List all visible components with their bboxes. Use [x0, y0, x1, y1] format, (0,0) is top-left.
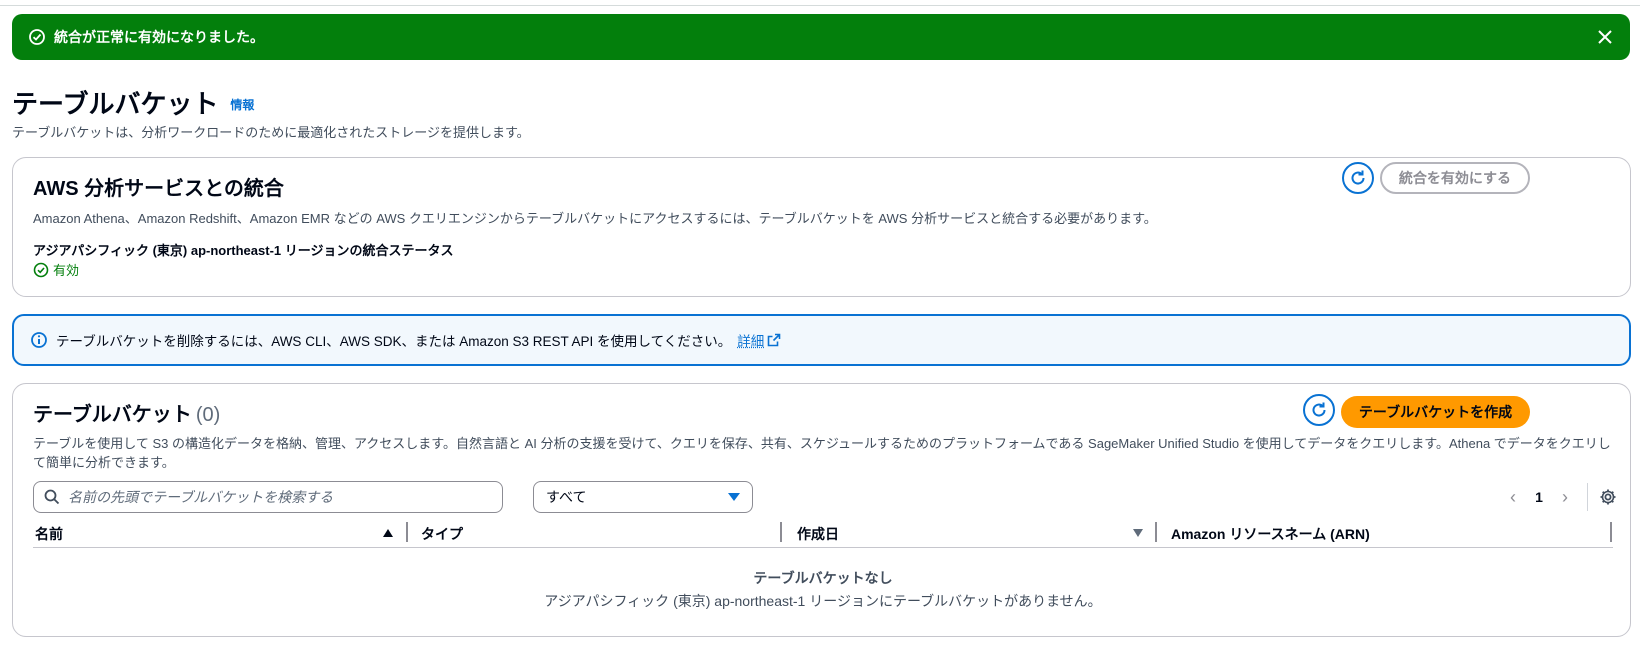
integration-panel: AWS 分析サービスとの統合 Amazon Athena、Amazon Reds…	[12, 157, 1631, 297]
alert-text: テーブルバケットを削除するには、AWS CLI、AWS SDK、または Amaz…	[56, 334, 732, 349]
column-divider[interactable]	[780, 522, 782, 542]
details-link[interactable]: 詳細	[737, 330, 781, 350]
success-flash-banner: 統合が正常に有効になりました。	[12, 14, 1630, 60]
external-link-icon	[767, 333, 781, 347]
type-filter-value: すべて	[546, 489, 587, 505]
info-link[interactable]: 情報	[230, 96, 254, 113]
sort-descending-icon[interactable]	[1133, 529, 1143, 537]
page-description: テーブルバケットは、分析ワークロードのために最適化されたストレージを提供します。	[12, 125, 530, 140]
pager-divider	[1587, 483, 1588, 511]
buckets-count: (0)	[195, 404, 221, 426]
column-header-created[interactable]: 作成日	[797, 524, 839, 544]
column-divider[interactable]	[1610, 522, 1612, 542]
caret-down-icon	[728, 493, 740, 501]
empty-state-title: テーブルバケットなし	[753, 570, 893, 586]
buckets-title: テーブルバケット (0)	[33, 398, 220, 427]
buckets-title-label: テーブルバケット	[33, 404, 192, 426]
integration-status-label: アジアパシフィック (東京) ap-northeast-1 リージョンの統合ステ…	[33, 243, 454, 258]
page-header: テーブルバケット 情報	[12, 84, 254, 121]
refresh-icon	[1312, 402, 1326, 417]
column-divider[interactable]	[1155, 522, 1157, 542]
integration-status-value: 有効	[53, 263, 80, 278]
info-icon	[30, 331, 48, 349]
enable-integration-button[interactable]: 統合を有効にする	[1380, 162, 1530, 194]
integration-title: AWS 分析サービスとの統合	[33, 178, 284, 200]
refresh-icon	[1351, 170, 1365, 185]
integration-description: Amazon Athena、Amazon Redshift、Amazon EMR…	[33, 211, 1157, 226]
page-title: テーブルバケット	[12, 89, 219, 119]
refresh-buckets-button[interactable]	[1303, 394, 1335, 426]
info-alert: テーブルバケットを削除するには、AWS CLI、AWS SDK、または Amaz…	[12, 314, 1631, 366]
flash-message: 統合が正常に有効になりました。	[54, 29, 264, 45]
top-divider	[0, 0, 1640, 6]
create-table-bucket-button[interactable]: テーブルバケットを作成	[1341, 396, 1530, 428]
check-circle-icon	[28, 28, 46, 46]
buckets-description: テーブルを使用して S3 の構造化データを格納、管理、アクセスします。自然言語と…	[33, 436, 1611, 470]
page-number[interactable]: 1	[1527, 489, 1551, 505]
sort-ascending-icon[interactable]	[383, 529, 393, 537]
type-filter-select[interactable]: すべて	[533, 481, 753, 513]
column-header-arn[interactable]: Amazon リソースネーム (ARN)	[1171, 524, 1370, 544]
table-buckets-panel: テーブルバケット (0) テーブルバケットを作成 テーブルを使用して S3 の構造…	[12, 383, 1631, 637]
settings-gear-icon[interactable]	[1596, 485, 1620, 509]
pagination: ‹ 1 ›	[1499, 481, 1620, 513]
search-icon	[44, 489, 60, 505]
column-header-name[interactable]: 名前	[35, 524, 63, 544]
table-header: 名前 タイプ 作成日 Amazon リソースネーム (ARN)	[33, 518, 1613, 548]
chevron-right-icon[interactable]: ›	[1551, 487, 1579, 508]
bucket-search[interactable]	[33, 481, 503, 513]
close-icon[interactable]	[1594, 26, 1616, 48]
refresh-integration-button[interactable]	[1342, 162, 1374, 194]
column-header-type[interactable]: タイプ	[421, 524, 463, 544]
column-divider[interactable]	[406, 522, 408, 542]
search-input[interactable]	[68, 489, 468, 505]
details-link-label: 詳細	[737, 334, 765, 349]
chevron-left-icon[interactable]: ‹	[1499, 487, 1527, 508]
check-circle-icon	[33, 262, 49, 277]
empty-state-description: アジアパシフィック (東京) ap-northeast-1 リージョンにテーブル…	[544, 593, 1102, 609]
integration-status: 有効	[33, 260, 79, 279]
